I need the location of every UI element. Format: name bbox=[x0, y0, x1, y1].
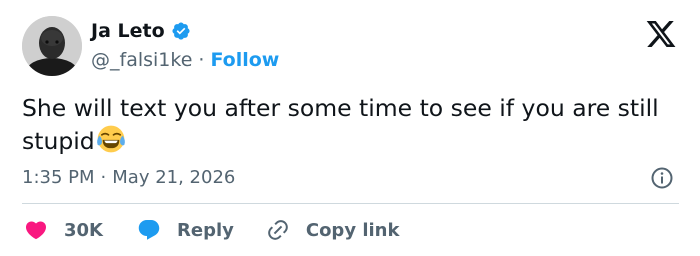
reply-bubble-icon bbox=[137, 218, 161, 242]
author-handle-row: @_falsi1ke · Follow bbox=[91, 48, 279, 72]
handle-separator: · bbox=[198, 49, 205, 71]
author-name-row: Ja Leto bbox=[91, 19, 191, 43]
heart-icon bbox=[24, 218, 48, 242]
link-icon bbox=[266, 218, 290, 242]
like-count: 30K bbox=[64, 219, 103, 241]
timestamp[interactable]: 1:35 PM · May 21, 2026 bbox=[22, 166, 235, 190]
like-button[interactable]: 30K bbox=[24, 218, 103, 242]
copy-link-button[interactable]: Copy link bbox=[266, 218, 400, 242]
tweet-text: She will text you after some time to see… bbox=[22, 93, 682, 162]
author-handle[interactable]: @_falsi1ke bbox=[91, 48, 192, 72]
tweet-card: Ja Leto @_falsi1ke · Follow She will tex… bbox=[0, 0, 700, 256]
timestamp-separator: · bbox=[100, 167, 107, 188]
author-display-name[interactable]: Ja Leto bbox=[91, 19, 165, 43]
crying-laughing-emoji bbox=[96, 124, 126, 162]
copy-link-label: Copy link bbox=[305, 219, 400, 241]
info-icon[interactable] bbox=[650, 166, 674, 190]
timestamp-time: 1:35 PM bbox=[22, 167, 95, 188]
action-bar: 30K Reply Copy link bbox=[24, 216, 399, 244]
divider bbox=[22, 203, 679, 204]
verified-badge-icon bbox=[171, 21, 191, 41]
x-logo-icon[interactable] bbox=[645, 18, 677, 50]
reply-button[interactable]: Reply bbox=[137, 218, 234, 242]
follow-button[interactable]: Follow bbox=[210, 48, 279, 72]
reply-label: Reply bbox=[177, 219, 234, 241]
timestamp-date: May 21, 2026 bbox=[112, 167, 236, 188]
avatar[interactable] bbox=[22, 16, 82, 76]
